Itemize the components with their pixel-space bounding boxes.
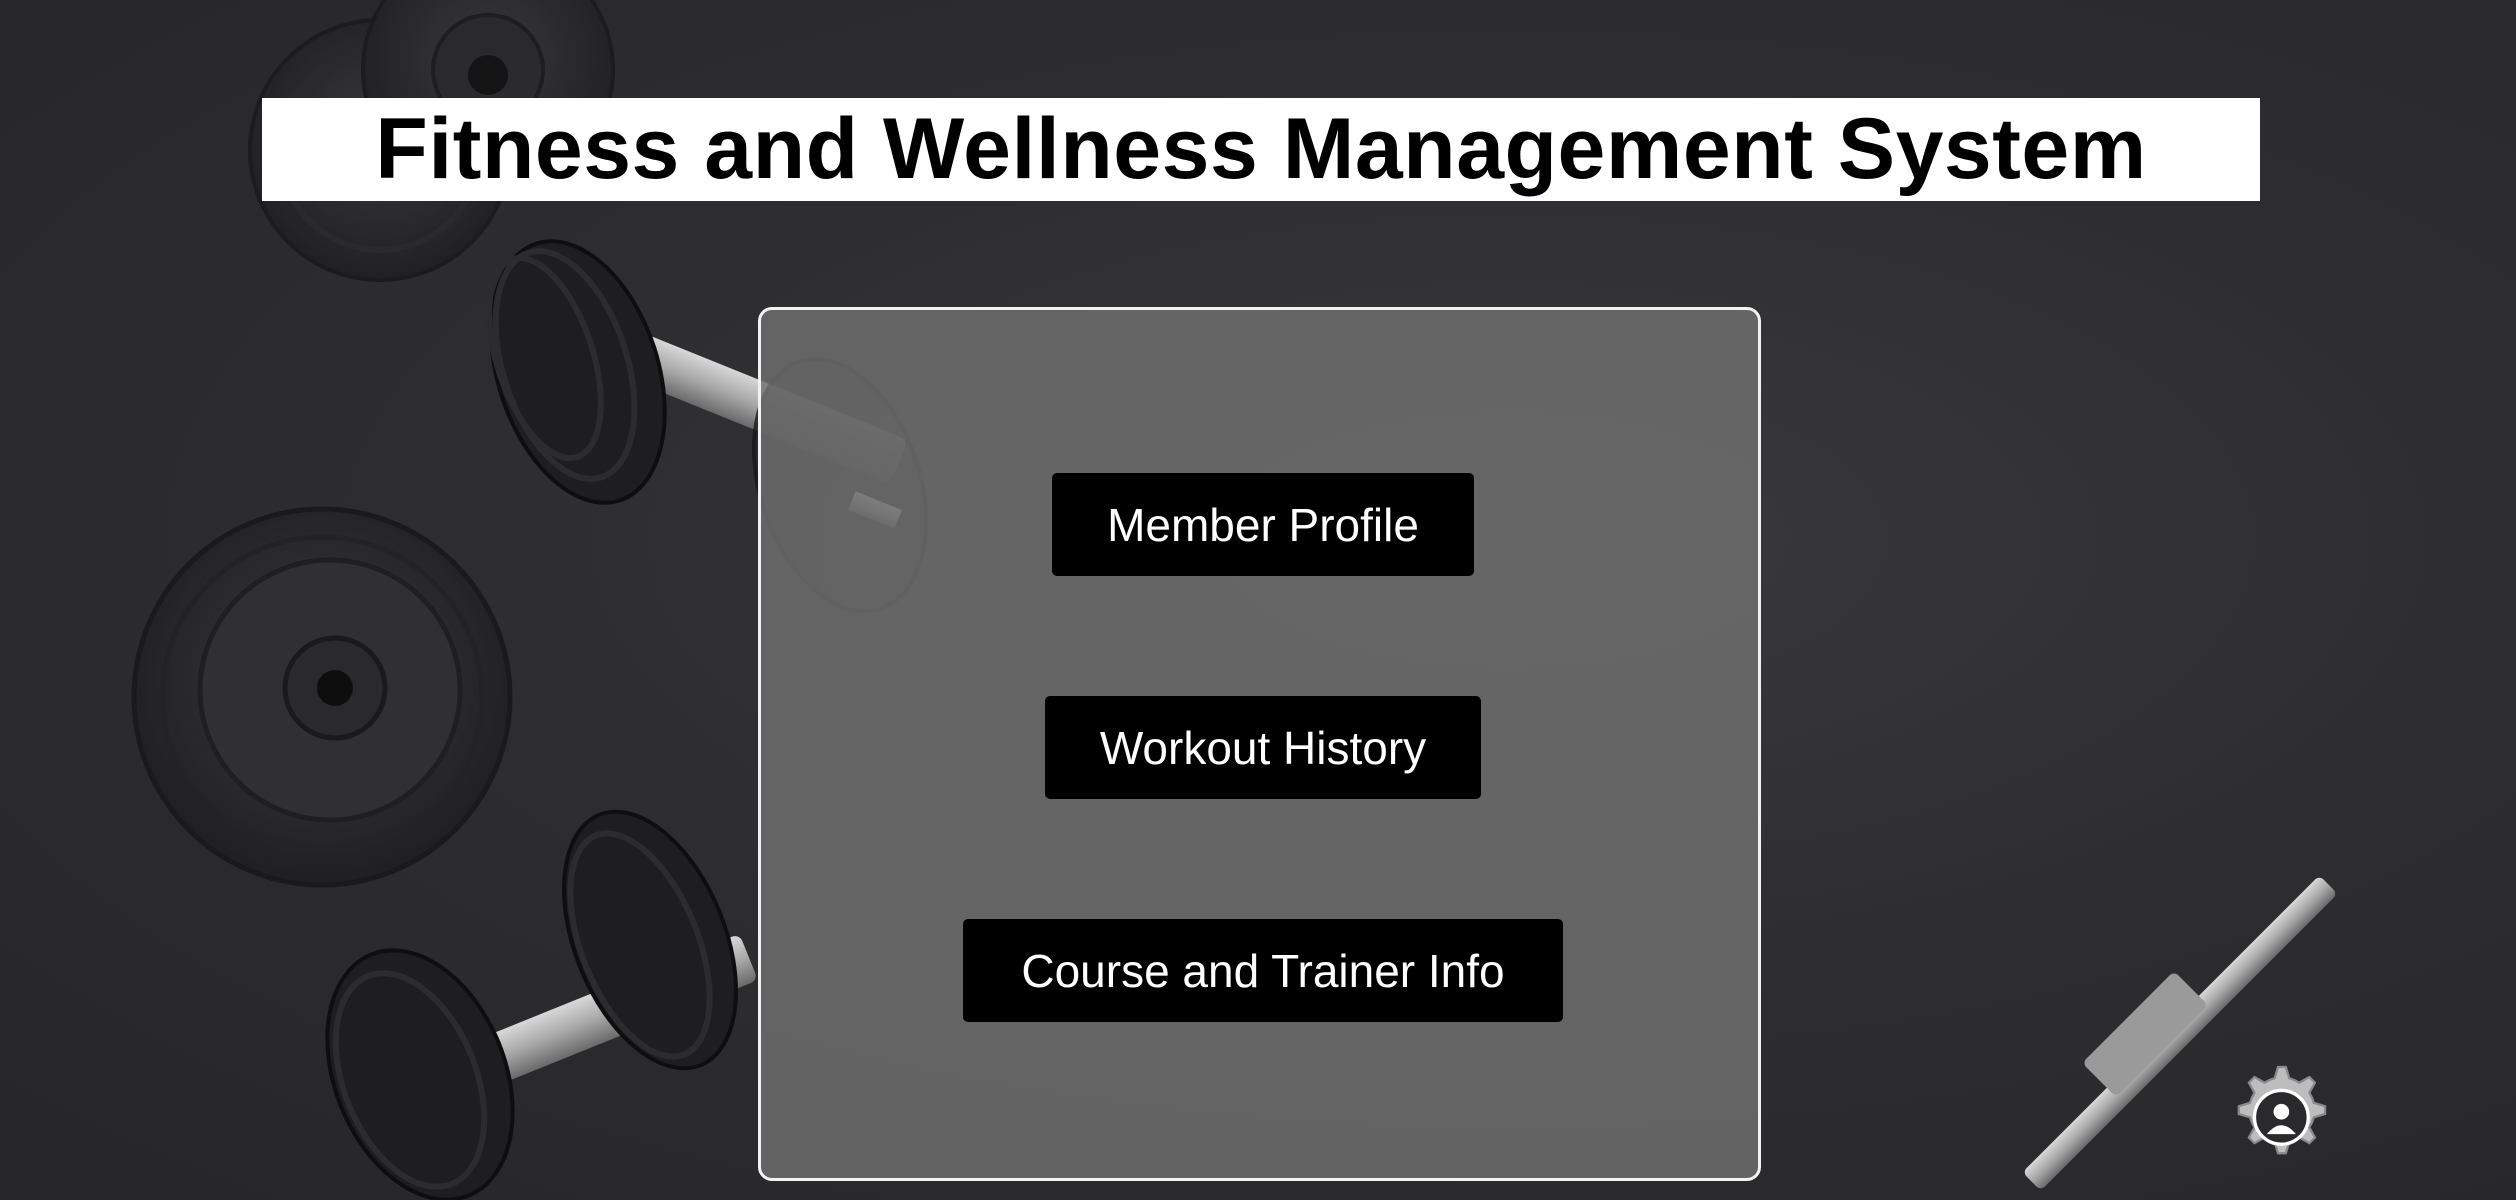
member-profile-button[interactable]: Member Profile: [1052, 473, 1474, 576]
course-trainer-info-button[interactable]: Course and Trainer Info: [963, 919, 1563, 1022]
page-title: Fitness and Wellness Management System: [375, 101, 2147, 197]
workout-history-button[interactable]: Workout History: [1045, 696, 1481, 799]
main-menu-panel: Member Profile Workout History Course an…: [758, 307, 1761, 1181]
weight-plate-left: [131, 506, 513, 888]
app-window: Fitness and Wellness Management System M…: [0, 0, 2516, 1200]
gear-icon: [2237, 1065, 2327, 1155]
title-banner: Fitness and Wellness Management System: [262, 98, 2260, 201]
